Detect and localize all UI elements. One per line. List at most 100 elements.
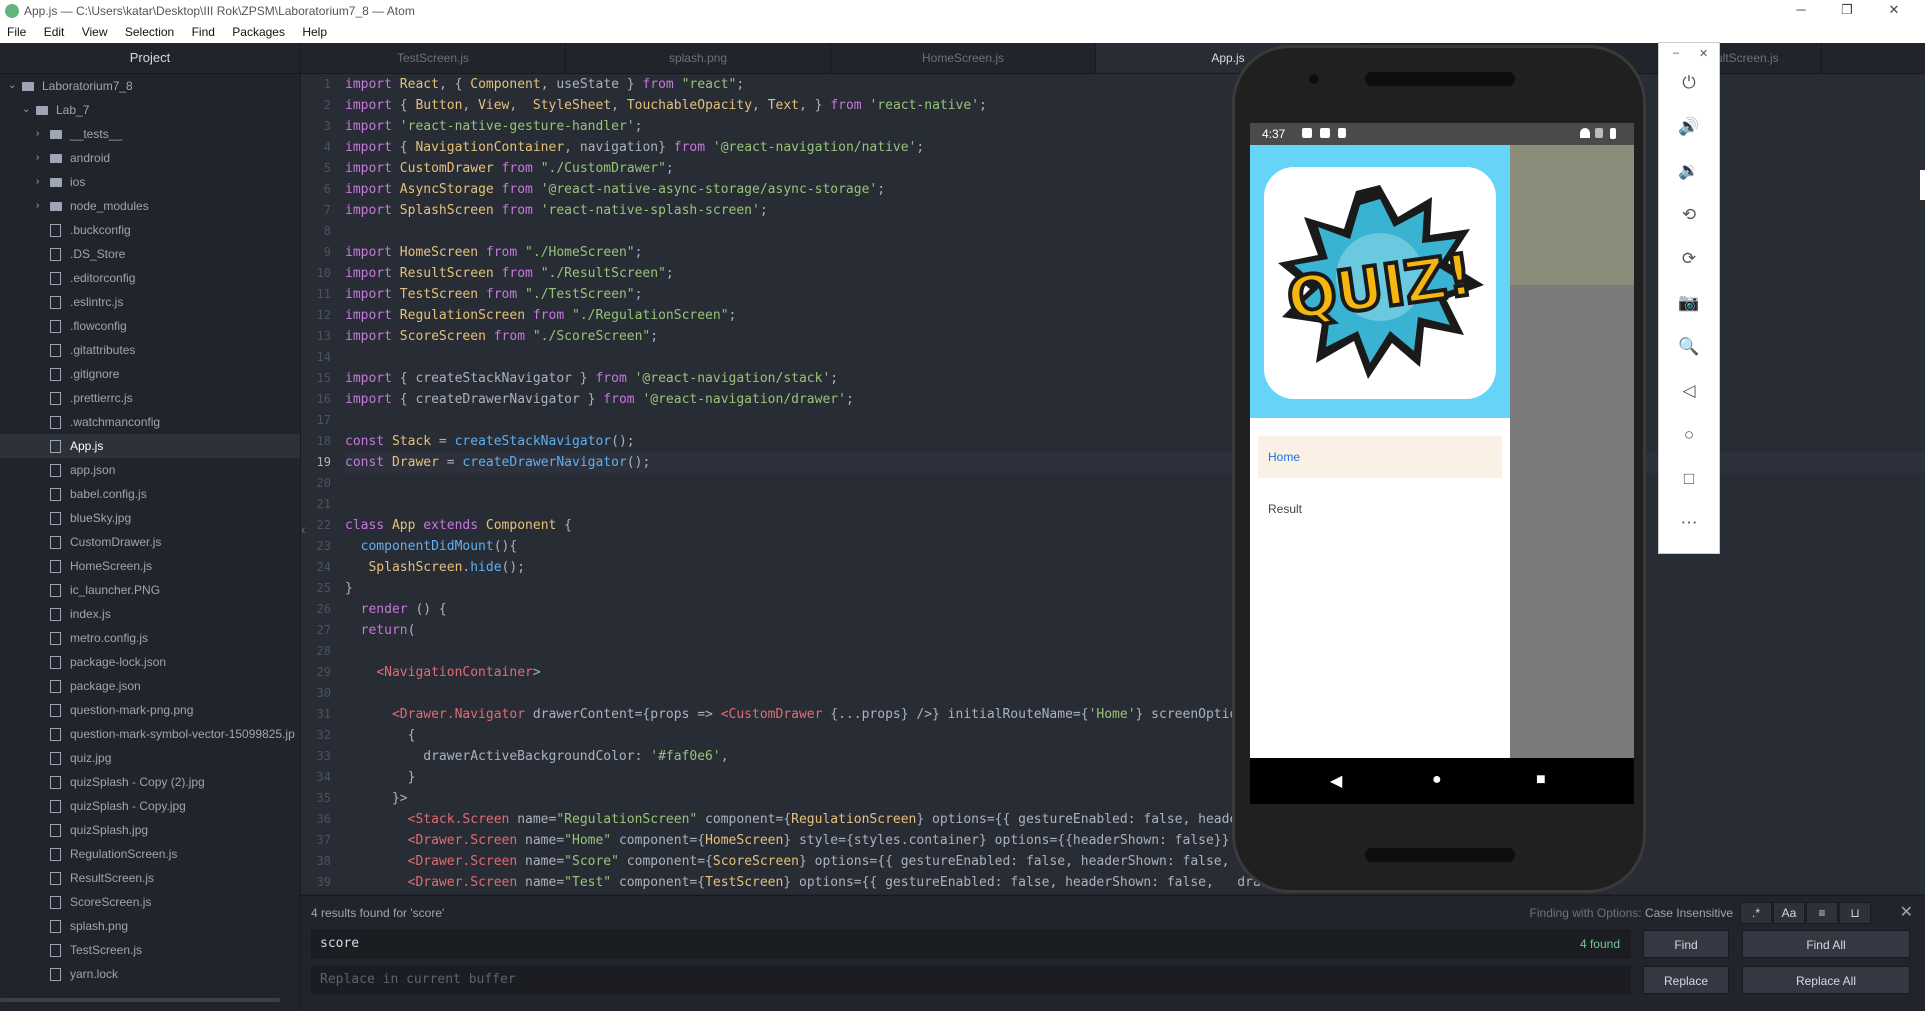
tree-file[interactable]: package-lock.json [0,650,300,674]
code-line[interactable]: <Stack.Screen name="RegulationScreen" co… [345,809,1925,830]
collapse-tree-icon[interactable]: ‹ [301,514,315,544]
code-line[interactable]: <Drawer.Screen name="Home" component={Ho… [345,830,1925,851]
nav-back-button[interactable]: ◀ [1330,771,1342,791]
tab-testscreen[interactable]: TestScreen.js [301,43,566,73]
tree-folder[interactable]: › android [0,146,300,170]
replace-all-button[interactable]: Replace All [1742,966,1910,994]
tree-file[interactable]: babel.config.js [0,482,300,506]
tree-file[interactable]: metro.config.js [0,626,300,650]
regex-toggle-button[interactable]: .* [1740,902,1772,924]
case-sensitive-toggle-button[interactable]: Aa [1773,902,1805,924]
find-button[interactable]: Find [1643,930,1729,958]
tree-folder[interactable]: › ios [0,170,300,194]
tree-file[interactable]: ic_launcher.PNG [0,578,300,602]
code-line[interactable]: <NavigationContainer> [345,662,1925,683]
code-line[interactable]: <Drawer.Screen name="Score" component={S… [345,851,1925,872]
tree-file[interactable]: ResultScreen.js [0,866,300,890]
volume-down-icon[interactable]: 🔉 [1677,159,1701,183]
volume-up-icon[interactable]: 🔊 [1677,115,1701,139]
tree-file[interactable]: question-mark-symbol-vector-15099825.jp [0,722,300,746]
home-icon[interactable]: ○ [1677,423,1701,447]
replace-input[interactable]: Replace in current buffer [311,966,1631,994]
tree-file[interactable]: .editorconfig [0,266,300,290]
camera-icon[interactable]: 📷 [1677,291,1701,315]
rotate-left-icon[interactable]: ⟲ [1677,203,1701,227]
chevron-right-icon[interactable]: › [36,146,46,170]
tree-file[interactable]: quizSplash - Copy (2).jpg [0,770,300,794]
code-line[interactable]: render () { [345,599,1925,620]
emulator-screen[interactable]: 4:37 QUIZ! Home Result ◀ ● ■ [1250,123,1634,804]
drawer-item-result[interactable]: Result [1258,488,1502,530]
chevron-right-icon[interactable]: › [36,170,46,194]
tree-file[interactable]: quizSplash.jpg [0,818,300,842]
tree-file[interactable]: app.json [0,458,300,482]
tree-file[interactable]: .eslintrc.js [0,290,300,314]
tree-file[interactable]: blueSky.jpg [0,506,300,530]
tree-file[interactable]: .flowconfig [0,314,300,338]
menu-find[interactable]: Find [185,22,222,39]
nav-home-button[interactable]: ● [1432,771,1442,789]
find-input[interactable]: score 4 found [311,930,1631,958]
tree-file[interactable]: .watchmanconfig [0,410,300,434]
tree-file[interactable]: .gitattributes [0,338,300,362]
tree-horizontal-scrollbar[interactable] [0,998,280,1002]
tree-file[interactable]: .gitignore [0,362,300,386]
chevron-down-icon[interactable]: ⌄ [8,74,18,98]
project-tree-header[interactable]: Project [0,43,300,74]
menu-view[interactable]: View [75,22,115,39]
close-find-panel-icon[interactable]: ✕ [1900,902,1913,922]
menu-help[interactable]: Help [295,22,334,39]
tree-file[interactable]: App.js [0,434,300,458]
overview-icon[interactable]: □ [1677,467,1701,491]
menu-selection[interactable]: Selection [118,22,181,39]
tree-file[interactable]: question-mark-png.png [0,698,300,722]
panel-close-button[interactable]: ✕ [1699,47,1708,60]
chevron-down-icon[interactable]: ⌄ [22,98,32,122]
tree-file[interactable]: .buckconfig [0,218,300,242]
tree-folder[interactable]: › __tests__ [0,122,300,146]
power-icon[interactable]: ⏻ [1677,71,1701,95]
zoom-icon[interactable]: 🔍 [1677,335,1701,359]
code-line[interactable]: } [345,578,1925,599]
menu-file[interactable]: File [0,22,33,39]
code-line[interactable]: }> [345,788,1925,809]
menu-edit[interactable]: Edit [37,22,72,39]
more-icon[interactable]: ⋯ [1677,511,1701,535]
tab-homescreen[interactable]: HomeScreen.js [831,43,1096,73]
back-icon[interactable]: ◁ [1677,379,1701,403]
drawer-item-home[interactable]: Home [1258,436,1502,478]
minimize-button[interactable]: ─ [1778,2,1824,20]
find-all-button[interactable]: Find All [1742,930,1910,958]
tree-file[interactable]: RegulationScreen.js [0,842,300,866]
tree-file[interactable]: ScoreScreen.js [0,890,300,914]
close-window-button[interactable]: ✕ [1871,2,1917,20]
replace-button[interactable]: Replace [1643,966,1729,994]
tree-file[interactable]: .prettierrc.js [0,386,300,410]
chevron-right-icon[interactable]: › [36,122,46,146]
tree-folder[interactable]: ⌄ Lab_7 [0,98,300,122]
tree-file[interactable]: quizSplash - Copy.jpg [0,794,300,818]
tree-file[interactable]: splash.png [0,914,300,938]
maximize-button[interactable]: ❐ [1824,2,1870,20]
tree-file[interactable]: quiz.jpg [0,746,300,770]
chevron-right-icon[interactable]: › [36,194,46,218]
tree-file[interactable]: HomeScreen.js [0,554,300,578]
whole-word-toggle-button[interactable]: ⊔ [1839,902,1871,924]
tree-folder[interactable]: › node_modules [0,194,300,218]
code-line[interactable]: { [345,725,1925,746]
code-line[interactable]: } [345,767,1925,788]
tree-file[interactable]: .DS_Store [0,242,300,266]
tree-file[interactable]: index.js [0,602,300,626]
nav-recents-button[interactable]: ■ [1536,771,1546,789]
selection-only-toggle-button[interactable]: ≡ [1806,902,1838,924]
code-line[interactable]: return( [345,620,1925,641]
code-line[interactable] [345,641,1925,662]
code-line[interactable]: SplashScreen.hide(); [345,557,1925,578]
code-line[interactable]: drawerActiveBackgroundColor: '#faf0e6', [345,746,1925,767]
tree-file[interactable]: CustomDrawer.js [0,530,300,554]
code-line[interactable]: <Drawer.Navigator drawerContent={props =… [345,704,1925,725]
tree-file[interactable]: yarn.lock [0,962,300,986]
tree-folder[interactable]: ⌄ Laboratorium7_8 [0,74,300,98]
tree-file[interactable]: TestScreen.js [0,938,300,962]
panel-minimize-button[interactable]: – [1673,47,1679,59]
